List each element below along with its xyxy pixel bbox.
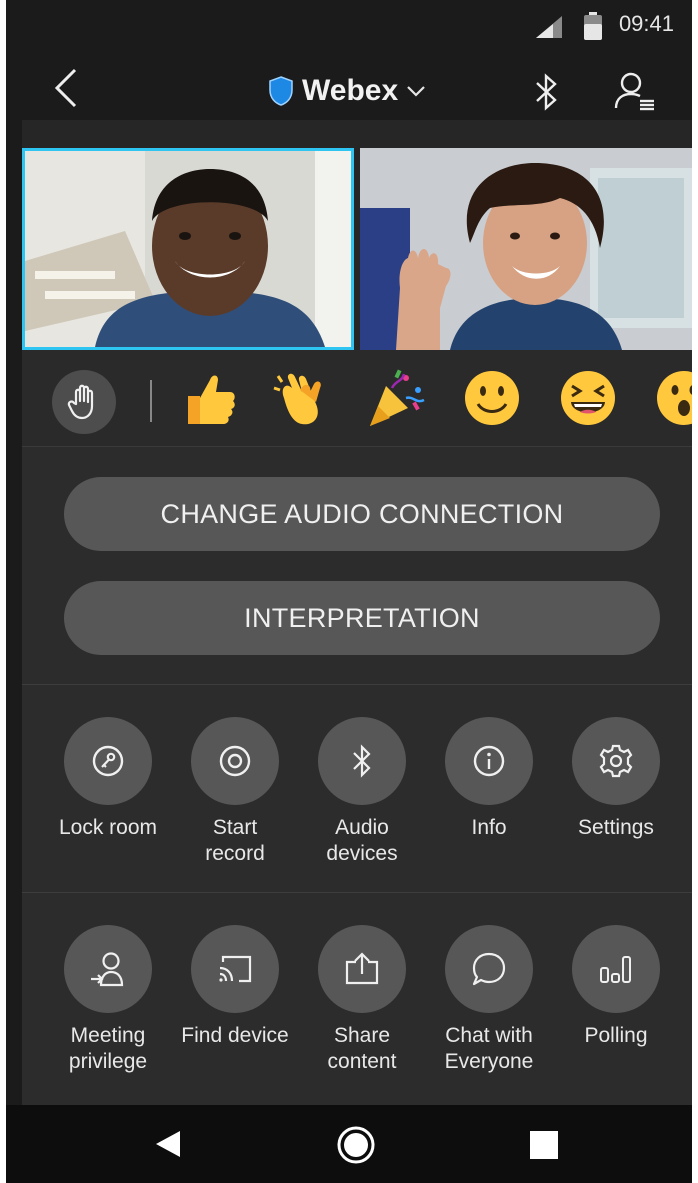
section-divider — [22, 684, 692, 685]
meeting-title: Webex — [302, 74, 399, 107]
thumbs-up-icon[interactable] — [178, 368, 238, 428]
meeting-title-dropdown[interactable]: Webex — [268, 74, 426, 108]
polling-label: Polling — [584, 1024, 648, 1047]
info-icon — [473, 745, 505, 777]
shield-icon — [269, 76, 293, 106]
reactions-divider — [150, 380, 152, 422]
clapping-hands-icon[interactable] — [272, 368, 332, 428]
nav-recents-icon[interactable] — [530, 1131, 558, 1159]
share-content-button[interactable]: Share content — [298, 925, 426, 1075]
meeting-privilege-button[interactable]: Meeting privilege — [44, 925, 172, 1075]
participant-video — [360, 148, 692, 350]
participant-video — [25, 151, 351, 347]
start-record-button[interactable]: Start record — [171, 717, 299, 867]
bluetooth-icon[interactable] — [534, 72, 560, 112]
surprised-icon[interactable] — [654, 368, 692, 428]
audio-devices-button[interactable]: Audio devices — [298, 717, 426, 867]
meeting-privilege-icon — [91, 952, 124, 987]
chevron-down-icon — [407, 86, 425, 97]
lock-room-circle[interactable] — [64, 717, 152, 805]
android-navigation-bar — [6, 1105, 692, 1183]
settings-button[interactable]: Settings — [552, 717, 680, 841]
chat-circle[interactable] — [445, 925, 533, 1013]
interpretation-button[interactable]: INTERPRETATION — [64, 581, 660, 655]
gear-icon — [599, 744, 633, 778]
laughing-icon[interactable] — [558, 368, 618, 428]
record-icon — [219, 745, 251, 777]
meeting-options-panel: CHANGE AUDIO CONNECTION INTERPRETATION L… — [22, 447, 692, 1105]
polling-button[interactable]: Polling — [552, 925, 680, 1049]
polling-icon — [600, 956, 631, 983]
audio-devices-circle[interactable] — [318, 717, 406, 805]
reactions-bar — [22, 350, 692, 447]
phone-screen: 09:41 Webex CHANGE AUDIO CONNECTION INTE… — [6, 0, 692, 1183]
chevron-left-icon[interactable] — [54, 68, 78, 108]
chat-icon — [472, 952, 506, 986]
settings-circle[interactable] — [572, 717, 660, 805]
status-bar: 09:41 — [6, 0, 692, 48]
status-time: 09:41 — [618, 11, 674, 36]
audio-devices-label: Audio devices — [326, 816, 398, 865]
raise-hand-button[interactable] — [52, 370, 116, 434]
chat-with-everyone-button[interactable]: Chat with Everyone — [425, 925, 553, 1075]
video-tile-active-speaker[interactable] — [22, 148, 354, 350]
start-record-circle[interactable] — [191, 717, 279, 805]
key-icon — [92, 745, 124, 777]
info-label: Info — [471, 816, 507, 839]
find-device-circle[interactable] — [191, 925, 279, 1013]
battery-icon — [584, 12, 602, 40]
find-device-label: Find device — [181, 1024, 289, 1047]
nav-home-icon[interactable] — [336, 1125, 376, 1165]
party-popper-icon[interactable] — [366, 368, 426, 428]
raise-hand-icon — [67, 384, 94, 420]
chat-with-everyone-label: Chat with Everyone — [444, 1024, 534, 1073]
lock-room-label: Lock room — [58, 816, 158, 839]
info-circle[interactable] — [445, 717, 533, 805]
nav-back-icon[interactable] — [156, 1131, 180, 1157]
settings-label: Settings — [578, 816, 654, 839]
share-content-circle[interactable] — [318, 925, 406, 1013]
section-divider — [22, 892, 692, 893]
info-button[interactable]: Info — [425, 717, 553, 841]
bluetooth-icon — [353, 744, 371, 778]
cast-icon — [219, 955, 252, 983]
video-area — [22, 120, 692, 350]
participants-icon[interactable] — [614, 70, 656, 112]
meeting-header: Webex — [6, 48, 692, 120]
share-icon — [345, 952, 379, 985]
start-record-label: Start record — [205, 816, 265, 865]
video-tile-participant[interactable] — [360, 148, 692, 350]
signal-icon — [536, 16, 562, 38]
change-audio-connection-button[interactable]: CHANGE AUDIO CONNECTION — [64, 477, 660, 551]
meeting-privilege-label: Meeting privilege — [68, 1024, 148, 1073]
smiley-icon[interactable] — [462, 368, 522, 428]
meeting-privilege-circle[interactable] — [64, 925, 152, 1013]
share-content-label: Share content — [327, 1024, 397, 1073]
lock-room-button[interactable]: Lock room — [44, 717, 172, 841]
find-device-button[interactable]: Find device — [171, 925, 299, 1049]
polling-circle[interactable] — [572, 925, 660, 1013]
